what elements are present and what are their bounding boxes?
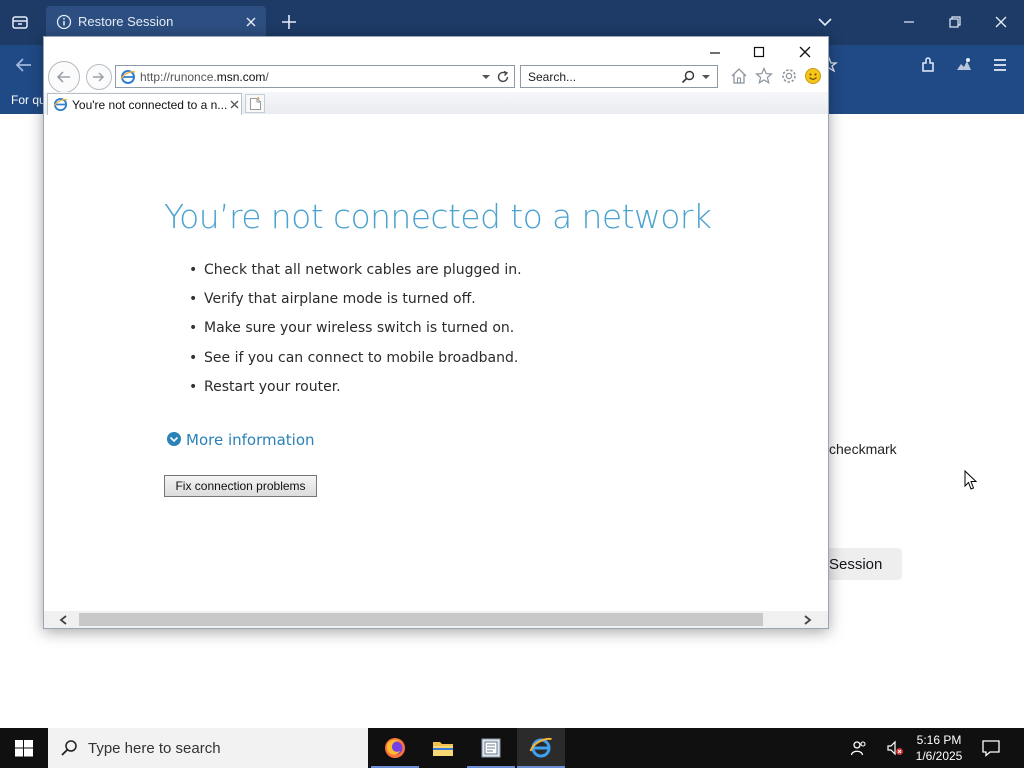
fix-connection-problems-button[interactable]: Fix connection problems (164, 475, 317, 497)
ie-page-icon (120, 69, 136, 85)
account-icon[interactable] (954, 55, 974, 75)
bookmarks-toolbar-hint: For quick access, place your bookmarks h… (11, 93, 45, 107)
file-explorer-icon (431, 736, 455, 760)
people-icon[interactable] (850, 739, 868, 757)
dropdown-arrow-icon[interactable] (701, 71, 711, 83)
system-clock[interactable]: 5:16 PM 1/6/2025 (910, 732, 968, 764)
expand-circle-icon (166, 431, 182, 447)
list-item: See if you can connect to mobile broadba… (189, 347, 522, 376)
scroll-right-icon[interactable] (801, 614, 813, 626)
minimize-icon[interactable] (899, 12, 919, 32)
troubleshooting-list: Check that all network cables are plugge… (189, 259, 522, 405)
horizontal-scrollbar[interactable] (44, 611, 828, 628)
taskbar-app-internet-explorer[interactable] (517, 728, 565, 768)
scroll-left-icon[interactable] (58, 614, 70, 626)
favorites-star-icon[interactable] (754, 66, 774, 86)
search-icon (60, 739, 78, 757)
forward-arrow-icon (93, 72, 105, 82)
tab-restore-session[interactable]: Restore Session (46, 6, 266, 38)
restore-icon[interactable] (945, 12, 965, 32)
taskbar-app-file-explorer[interactable] (419, 728, 467, 768)
menu-icon[interactable] (990, 55, 1010, 75)
extensions-icon[interactable] (918, 55, 938, 75)
address-url: http://runonce.msn.com/ (140, 70, 269, 84)
ie-page-icon (53, 97, 68, 112)
more-information-label: More information (186, 431, 315, 449)
taskbar-search-placeholder: Type here to search (88, 740, 221, 757)
mouse-pointer-icon (964, 470, 978, 491)
taskbar-app-firefox[interactable] (371, 728, 419, 768)
home-icon[interactable] (729, 66, 749, 86)
smiley-feedback-icon[interactable] (803, 66, 823, 86)
search-icon[interactable] (681, 70, 695, 84)
gear-icon[interactable] (779, 66, 799, 86)
chevron-down-icon[interactable] (816, 14, 834, 30)
new-tab-button[interactable] (245, 94, 265, 113)
forward-button[interactable] (86, 64, 112, 90)
ie-tab-strip: You're not connected to a n... (44, 92, 828, 115)
taskbar-app-notepad[interactable] (467, 728, 515, 768)
close-tab-icon[interactable] (244, 15, 258, 29)
notification-center-icon[interactable] (981, 739, 1001, 757)
refresh-icon[interactable] (496, 70, 510, 84)
scrollbar-thumb[interactable] (79, 613, 763, 626)
maximize-icon[interactable] (745, 43, 773, 61)
start-button[interactable] (0, 728, 48, 768)
minimize-icon[interactable] (701, 43, 729, 61)
list-item: Check that all network cables are plugge… (189, 259, 522, 288)
firefox-icon (383, 736, 407, 760)
tab-not-connected[interactable]: You're not connected to a n... (47, 93, 242, 115)
new-tab-icon[interactable] (280, 13, 298, 31)
close-tab-icon[interactable] (229, 99, 240, 110)
clock-date: 1/6/2025 (915, 749, 963, 763)
dropdown-arrow-icon[interactable] (480, 71, 492, 83)
tab-title: You're not connected to a n... (72, 98, 228, 112)
back-arrow-icon[interactable] (14, 55, 34, 75)
close-icon[interactable] (991, 12, 1011, 32)
search-input[interactable]: Search... (528, 70, 576, 84)
taskbar: Type here to search 5:16 PM 1/6/2025 (0, 728, 1024, 768)
back-arrow-icon (56, 71, 70, 83)
notepad-icon (479, 736, 503, 760)
close-icon[interactable] (791, 43, 819, 61)
volume-muted-icon[interactable] (886, 739, 904, 757)
address-bar[interactable]: http://runonce.msn.com/ (115, 65, 515, 88)
restore-session-text: checkmark (829, 441, 897, 457)
list-item: Verify that airplane mode is turned off. (189, 288, 522, 317)
list-item: Restart your router. (189, 376, 522, 405)
clock-time: 5:16 PM (916, 733, 962, 747)
tab-title: Restore Session (78, 14, 174, 29)
windows-logo-icon (15, 740, 33, 757)
back-button[interactable] (48, 61, 80, 93)
internet-explorer-window: http://runonce.msn.com/ Search... You're… (43, 36, 829, 629)
page-title: You’re not connected to a network (164, 197, 712, 236)
taskbar-search-box[interactable]: Type here to search (48, 728, 368, 768)
internet-explorer-icon (529, 736, 553, 760)
search-box[interactable]: Search... (520, 65, 718, 88)
info-icon (56, 14, 72, 30)
list-item: Make sure your wireless switch is turned… (189, 317, 522, 346)
firefox-view-icon[interactable] (10, 12, 30, 32)
new-tab-icon (250, 97, 261, 110)
restore-session-button-label: Session (829, 556, 883, 573)
